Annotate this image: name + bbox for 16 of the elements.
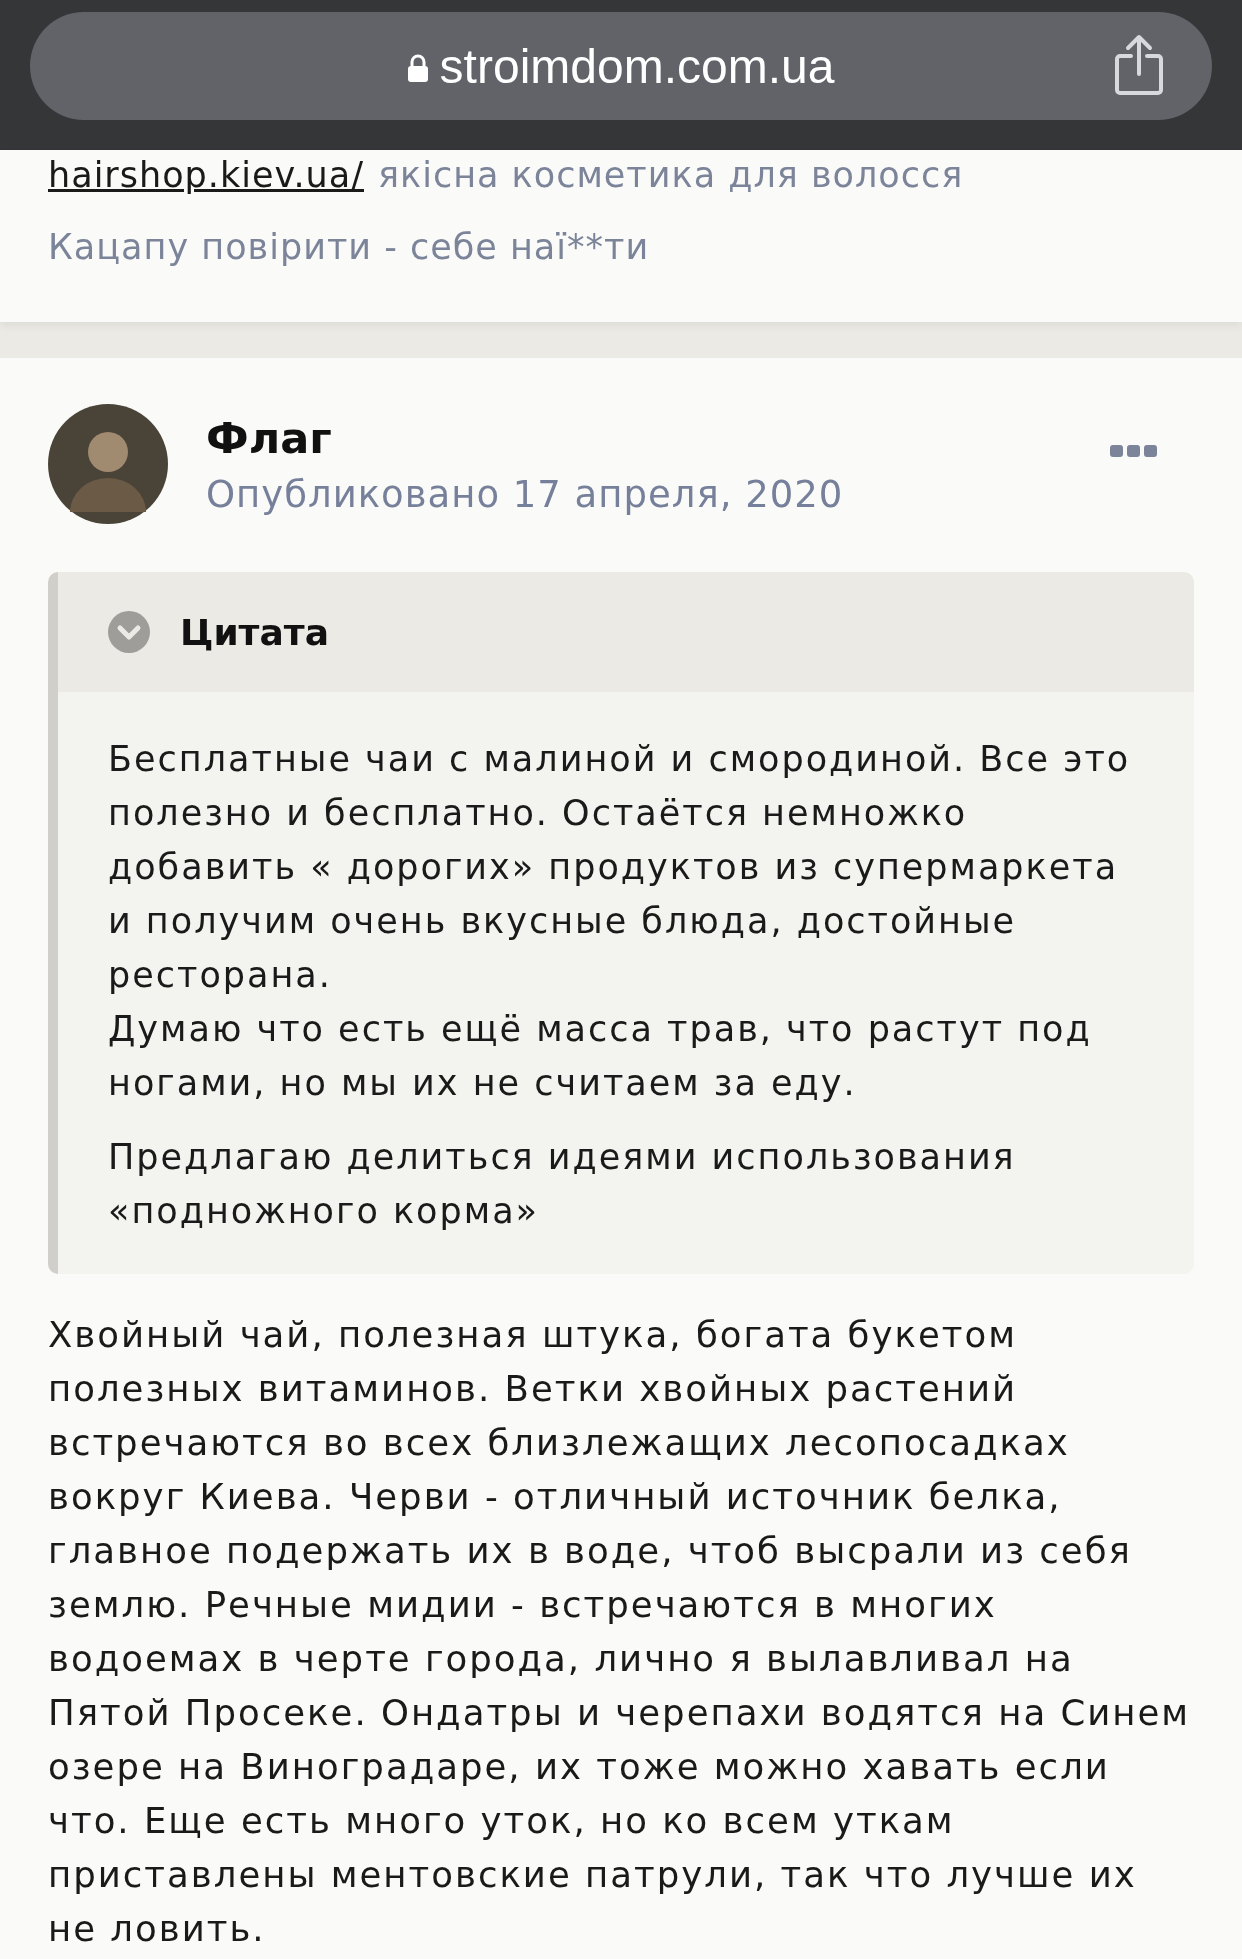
lock-icon (407, 54, 428, 82)
quote-text: Бесплатные чаи с малиной и смородиной. Все это полезно и бесплатно. Остаётся немножко добавить « дорогих» продуктов из супермаркета и получим очень вкусные блюда, достойные ресторана. (108, 738, 1132, 997)
quote-text: Думаю что есть ещё масса трав, что растут под ногами, но мы их не считаем за еду. (108, 1008, 1093, 1105)
signature-link[interactable]: hairshop.kiev.ua/ (48, 150, 364, 200)
author-name[interactable]: Флаг (206, 412, 1072, 463)
url-text: stroimdom.com.ua (439, 38, 835, 94)
chevron-down-icon[interactable] (108, 611, 150, 653)
share-icon[interactable] (1114, 34, 1164, 96)
more-icon[interactable] (1110, 444, 1158, 458)
address-bar[interactable]: stroimdom.com.ua (30, 12, 1212, 120)
quote-title: Цитата (180, 611, 329, 653)
signature-line: Кацапу повірити - себе наї**ти (48, 226, 651, 269)
post-date: Опубликовано 17 апреля, 2020 (206, 472, 845, 516)
signature-text: якісна косметика для волосся (378, 154, 964, 197)
post-text: Хвойный чай, полезная штука, богата букетом полезных витаминов. Ветки хвойных растений встречаются во всех близлежащих лесопосадках вокруг Киева. Черви - отличный источник белка, главное подержать их в воде, чтоб высрали из себя землю. Речные мидии - встречаются в многих водоемах в черте города, лично я вылавливал на Пятой Просеке. Ондатры и черепахи водятся на Синем озере на Виноградаре, их тоже можно хавать если что. Еще есть много уток, но ко всем уткам приставлены ментовские патрули, так что лучше их не ловить. (48, 1313, 1192, 1951)
quote-text: Предлагаю делиться идеями использования «подножного корма» (108, 1136, 1017, 1233)
